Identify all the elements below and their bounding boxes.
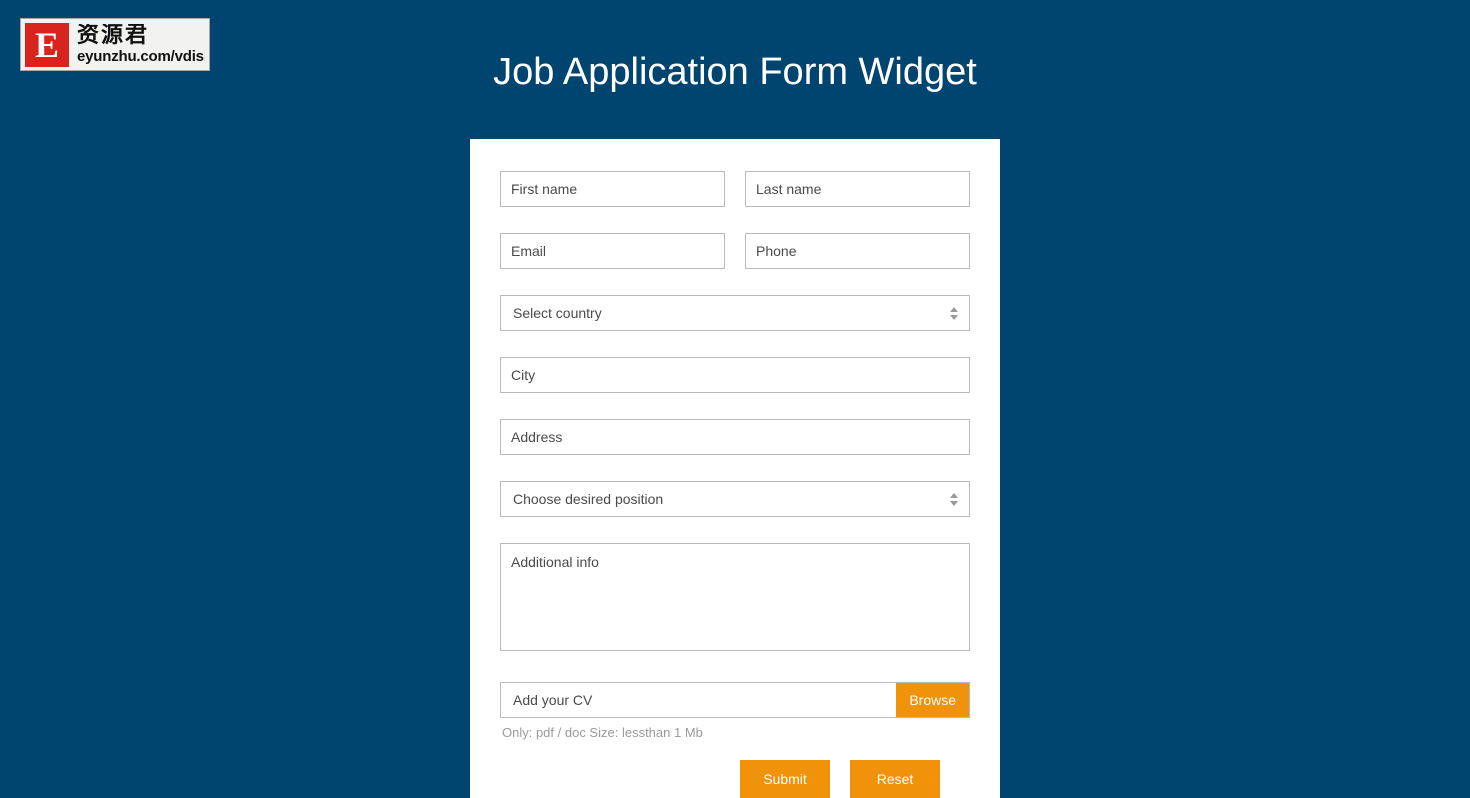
reset-button[interactable]: Reset bbox=[850, 760, 940, 798]
city-row bbox=[500, 357, 970, 393]
first-name-input[interactable] bbox=[500, 171, 725, 207]
spinner-arrows-icon bbox=[950, 490, 959, 508]
cv-file-label: Add your CV bbox=[513, 692, 593, 708]
additional-info-row bbox=[500, 543, 970, 656]
browse-button[interactable]: Browse bbox=[896, 683, 969, 717]
cv-file-input[interactable]: Add your CV Browse bbox=[500, 682, 970, 718]
last-name-field bbox=[745, 171, 970, 207]
additional-info-textarea[interactable] bbox=[500, 543, 970, 651]
last-name-input[interactable] bbox=[745, 171, 970, 207]
phone-field bbox=[745, 233, 970, 269]
position-row: Choose desired position bbox=[500, 481, 970, 517]
contact-row bbox=[500, 233, 970, 269]
logo-brand-cn: 资源君 bbox=[77, 24, 150, 48]
submit-button[interactable]: Submit bbox=[740, 760, 830, 798]
email-field bbox=[500, 233, 725, 269]
position-select[interactable]: Choose desired position bbox=[500, 481, 970, 517]
position-select-value: Choose desired position bbox=[513, 491, 664, 507]
cv-upload-row: Add your CV Browse bbox=[500, 682, 970, 718]
cv-upload-hint: Only: pdf / doc Size: lessthan 1 Mb bbox=[502, 725, 703, 740]
page-title: Job Application Form Widget bbox=[493, 51, 977, 93]
country-select-value: Select country bbox=[513, 305, 602, 321]
address-input[interactable] bbox=[500, 419, 970, 455]
country-row: Select country bbox=[500, 295, 970, 331]
name-row bbox=[500, 171, 970, 207]
job-application-form-card: Select country Choose desired position A… bbox=[470, 139, 1000, 798]
country-select[interactable]: Select country bbox=[500, 295, 970, 331]
spinner-arrows-icon bbox=[950, 304, 959, 322]
first-name-field bbox=[500, 171, 725, 207]
email-input[interactable] bbox=[500, 233, 725, 269]
address-row bbox=[500, 419, 970, 455]
phone-input[interactable] bbox=[745, 233, 970, 269]
form-actions: Submit Reset bbox=[500, 760, 970, 798]
city-input[interactable] bbox=[500, 357, 970, 393]
